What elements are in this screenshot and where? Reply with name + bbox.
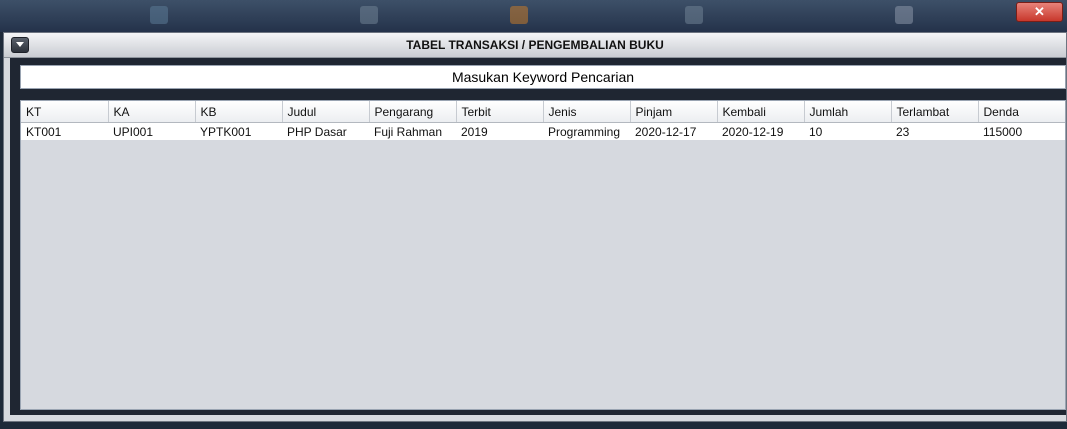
- table-cell: YPTK001: [195, 122, 282, 140]
- column-header-judul[interactable]: Judul: [282, 101, 370, 123]
- table-cell: 23: [891, 122, 978, 140]
- background-toolbar-icon: [895, 4, 919, 26]
- background-toolbar: ✕: [0, 0, 1067, 32]
- table-header-row: KT KA KB Judul Pengarang Terbit Jenis Pi…: [21, 101, 1065, 123]
- column-header-terlambat[interactable]: Terlambat: [891, 101, 979, 123]
- table-cell: 2020-12-19: [717, 122, 804, 140]
- column-header-terbit[interactable]: Terbit: [456, 101, 544, 123]
- table-cell: KT001: [21, 122, 108, 140]
- window-title: TABEL TRANSAKSI / PENGEMBALIAN BUKU: [406, 38, 664, 52]
- table-cell: UPI001: [108, 122, 195, 140]
- close-icon: ✕: [1034, 4, 1045, 19]
- background-toolbar-icon: [685, 4, 709, 26]
- table-cell: PHP Dasar: [282, 122, 369, 140]
- column-header-kb[interactable]: KB: [195, 101, 283, 123]
- transaction-table[interactable]: KT KA KB Judul Pengarang Terbit Jenis Pi…: [20, 100, 1066, 410]
- column-header-pinjam[interactable]: Pinjam: [630, 101, 718, 123]
- window-titlebar: TABEL TRANSAKSI / PENGEMBALIAN BUKU: [4, 33, 1066, 58]
- background-toolbar-icon: [510, 4, 534, 26]
- column-header-pengarang[interactable]: Pengarang: [369, 101, 457, 123]
- background-toolbar-icon: [360, 4, 384, 26]
- table-cell: 10: [804, 122, 891, 140]
- close-button[interactable]: ✕: [1016, 2, 1063, 22]
- table-cell: 2020-12-17: [630, 122, 717, 140]
- table-cell: Programming: [543, 122, 630, 140]
- column-header-jenis[interactable]: Jenis: [543, 101, 631, 123]
- table-cell: 2019: [456, 122, 543, 140]
- table-row[interactable]: KT001 UPI001 YPTK001 PHP Dasar Fuji Rahm…: [21, 122, 1065, 140]
- column-header-jumlah[interactable]: Jumlah: [804, 101, 892, 123]
- column-header-ka[interactable]: KA: [108, 101, 196, 123]
- table-cell: 115000: [978, 122, 1065, 140]
- search-input[interactable]: [20, 65, 1066, 89]
- background-app-icon: [150, 4, 174, 26]
- column-header-kt[interactable]: KT: [21, 101, 109, 123]
- window-content: KT KA KB Judul Pengarang Terbit Jenis Pi…: [10, 58, 1066, 415]
- column-header-kembali[interactable]: Kembali: [717, 101, 805, 123]
- transaction-table-window: TABEL TRANSAKSI / PENGEMBALIAN BUKU KT K…: [3, 32, 1067, 422]
- column-header-denda[interactable]: Denda: [978, 101, 1065, 123]
- table-cell: Fuji Rahman: [369, 122, 456, 140]
